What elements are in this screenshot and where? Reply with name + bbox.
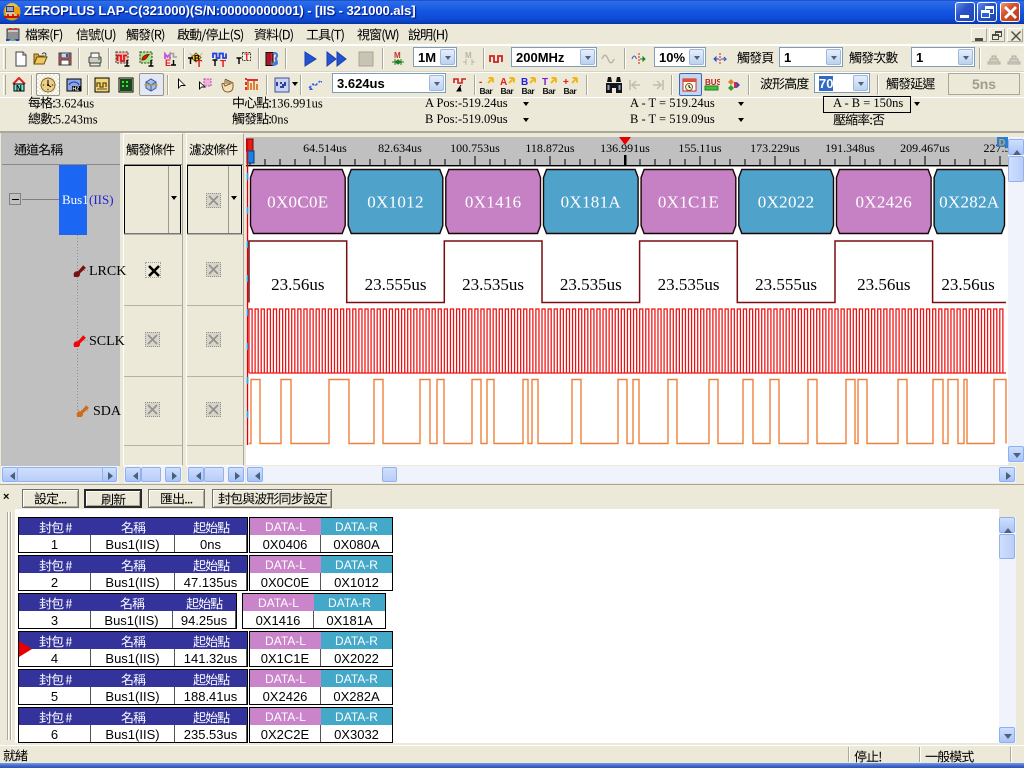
svg-text:23.555us: 23.555us [365, 275, 427, 294]
svg-text:0X0C0E: 0X0C0E [267, 193, 328, 212]
svg-text:0X282A: 0X282A [939, 193, 1000, 212]
svg-text:HZ: HZ [73, 87, 80, 93]
svg-text:D: D [999, 138, 1006, 148]
svg-text:0X1012: 0X1012 [367, 193, 424, 212]
svg-text:23.56us: 23.56us [857, 275, 910, 294]
svg-text:23.56us: 23.56us [271, 275, 324, 294]
svg-text:191.348us: 191.348us [825, 141, 875, 155]
svg-text:Bar: Bar [480, 86, 494, 95]
svg-text:T: T [244, 52, 250, 62]
svg-text:100.753us: 100.753us [450, 141, 500, 155]
svg-text:N: N [16, 84, 22, 93]
svg-text:Bar: Bar [543, 86, 557, 95]
svg-text:23.535us: 23.535us [560, 275, 622, 294]
svg-text:M: M [465, 51, 472, 60]
svg-text:Bar: Bar [501, 86, 515, 95]
svg-text:64.514us: 64.514us [303, 141, 347, 155]
svg-text:0X181A: 0X181A [561, 193, 622, 212]
svg-text:23.56us: 23.56us [941, 275, 994, 294]
svg-text:155.11us: 155.11us [678, 141, 722, 155]
svg-text:118.872us: 118.872us [525, 141, 575, 155]
svg-text:23.535us: 23.535us [462, 275, 524, 294]
svg-text:T: T [196, 59, 202, 67]
svg-text:E: E [165, 58, 171, 67]
svg-text:23.535us: 23.535us [658, 275, 720, 294]
svg-text:0X2426: 0X2426 [856, 193, 913, 212]
svg-text:0X1C1E: 0X1C1E [658, 193, 719, 212]
svg-text:23.555us: 23.555us [755, 275, 817, 294]
svg-text:Bar: Bar [522, 86, 536, 95]
svg-text:82.634us: 82.634us [378, 141, 422, 155]
svg-text:M: M [394, 51, 401, 60]
svg-text:209.467us: 209.467us [900, 141, 950, 155]
svg-text:T: T [220, 59, 226, 67]
svg-text:Bar: Bar [564, 86, 578, 95]
svg-text:0X2022: 0X2022 [758, 193, 815, 212]
svg-text:173.229us: 173.229us [750, 141, 800, 155]
svg-text:0X1416: 0X1416 [465, 193, 522, 212]
